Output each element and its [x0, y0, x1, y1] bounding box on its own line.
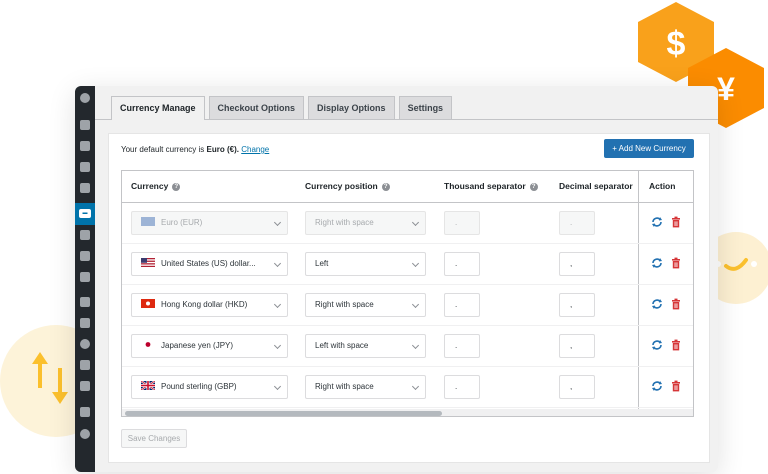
swap-arrows-icon — [32, 352, 68, 404]
tab-currency-manage[interactable]: Currency Manage — [111, 96, 205, 120]
tab-bar: Currency Manage Checkout Options Display… — [111, 96, 453, 120]
sync-icon[interactable] — [651, 257, 663, 269]
yen-symbol: ¥ — [717, 71, 735, 107]
marketing-icon[interactable] — [80, 272, 90, 282]
currency-select: Euro (EUR) — [131, 211, 288, 235]
media-icon[interactable] — [80, 141, 90, 151]
header-thousand: Thousand separator? — [444, 181, 538, 191]
admin-sidebar: ▬ — [75, 86, 95, 472]
settings-icon[interactable] — [80, 381, 90, 391]
position-select[interactable]: Right with space — [305, 293, 426, 317]
delete-icon[interactable] — [670, 339, 682, 351]
thousand-separator-input[interactable]: . — [444, 252, 480, 276]
default-currency-prefix: Your default currency is — [121, 145, 207, 154]
sync-icon[interactable] — [651, 216, 663, 228]
header-action: Action — [649, 181, 676, 191]
header-currency: Currency? — [131, 181, 181, 191]
dollar-symbol: $ — [667, 25, 686, 63]
delete-icon[interactable] — [670, 257, 682, 269]
eu-flag-icon — [141, 217, 155, 226]
header-decimal: Decimal separator — [559, 181, 633, 191]
default-currency-text: Your default currency is Euro (€). Chang… — [121, 145, 269, 154]
sync-icon[interactable] — [651, 339, 663, 351]
sync-icon[interactable] — [651, 298, 663, 310]
dashboard-icon[interactable] — [80, 93, 90, 103]
help-icon[interactable]: ? — [172, 182, 181, 191]
table-row: Hong Kong dollar (HKD) Right with space … — [122, 285, 693, 326]
currency-select[interactable]: Pound sterling (GBP) — [131, 375, 288, 399]
sidebar-item-woocommerce[interactable]: ▬ — [75, 203, 95, 225]
position-select[interactable]: Right with space — [305, 375, 426, 399]
jp-flag-icon — [141, 340, 155, 349]
add-new-currency-button[interactable]: + Add New Currency — [604, 139, 694, 158]
horizontal-scrollbar[interactable] — [122, 409, 693, 416]
table-row: United States (US) dollar... Left . , — [122, 244, 693, 285]
help-icon[interactable]: ? — [381, 182, 390, 191]
scrollbar-thumb[interactable] — [125, 411, 442, 416]
help-icon[interactable]: ? — [529, 182, 538, 191]
tools-icon[interactable] — [80, 360, 90, 370]
hk-flag-icon — [141, 299, 155, 308]
woo-icon: ▬ — [79, 209, 91, 218]
appearance-icon[interactable] — [80, 297, 90, 307]
delete-icon[interactable] — [670, 216, 682, 228]
pin-icon[interactable] — [80, 120, 90, 130]
analytics-icon[interactable] — [80, 251, 90, 261]
thousand-separator-input[interactable]: . — [444, 375, 480, 399]
currency-select[interactable]: Hong Kong dollar (HKD) — [131, 293, 288, 317]
save-changes-button[interactable]: Save Changes — [121, 429, 187, 448]
delete-icon[interactable] — [670, 298, 682, 310]
decimal-separator-input[interactable]: , — [559, 252, 595, 276]
tab-checkout-options[interactable]: Checkout Options — [208, 96, 305, 119]
thousand-separator-input[interactable]: . — [444, 334, 480, 358]
admin-window: ▬ Currency Manage Checkout Options Displ… — [75, 86, 718, 472]
mail-icon[interactable] — [80, 407, 90, 417]
decimal-separator-input[interactable]: , — [559, 375, 595, 399]
comments-icon[interactable] — [80, 183, 90, 193]
plugins-icon[interactable] — [80, 318, 90, 328]
products-icon[interactable] — [80, 230, 90, 240]
tab-display-options[interactable]: Display Options — [308, 96, 395, 119]
sync-icon[interactable] — [651, 380, 663, 392]
thousand-separator-input: . — [444, 211, 480, 235]
position-select: Right with space — [305, 211, 426, 235]
table-row: Euro (EUR) Right with space . . — [122, 203, 693, 244]
table-row: Japanese yen (JPY) Left with space . , — [122, 326, 693, 367]
tab-settings[interactable]: Settings — [398, 96, 453, 119]
header-position: Currency position? — [305, 181, 390, 191]
currency-select[interactable]: United States (US) dollar... — [131, 252, 288, 276]
decimal-separator-input[interactable]: , — [559, 293, 595, 317]
change-default-link[interactable]: Change — [241, 145, 269, 154]
currency-table: Currency? Currency position? Thousand se… — [121, 170, 694, 417]
gb-flag-icon — [141, 381, 155, 390]
pages-icon[interactable] — [80, 162, 90, 172]
collapse-menu-icon[interactable] — [80, 429, 90, 439]
thousand-separator-input[interactable]: . — [444, 293, 480, 317]
table-header: Currency? Currency position? Thousand se… — [122, 171, 693, 203]
decimal-separator-input: . — [559, 211, 595, 235]
position-select[interactable]: Left with space — [305, 334, 426, 358]
position-select[interactable]: Left — [305, 252, 426, 276]
stage: $ ¥ ▬ Currency Manage Checkout Options D… — [0, 0, 768, 474]
us-flag-icon — [141, 258, 155, 267]
currency-select[interactable]: Japanese yen (JPY) — [131, 334, 288, 358]
currency-panel: Your default currency is Euro (€). Chang… — [108, 133, 710, 463]
smile-icon — [715, 258, 757, 271]
table-row: Pound sterling (GBP) Right with space . … — [122, 367, 693, 408]
delete-icon[interactable] — [670, 380, 682, 392]
decimal-separator-input[interactable]: , — [559, 334, 595, 358]
users-icon[interactable] — [80, 339, 90, 349]
default-currency-value: Euro (€). — [206, 145, 239, 154]
